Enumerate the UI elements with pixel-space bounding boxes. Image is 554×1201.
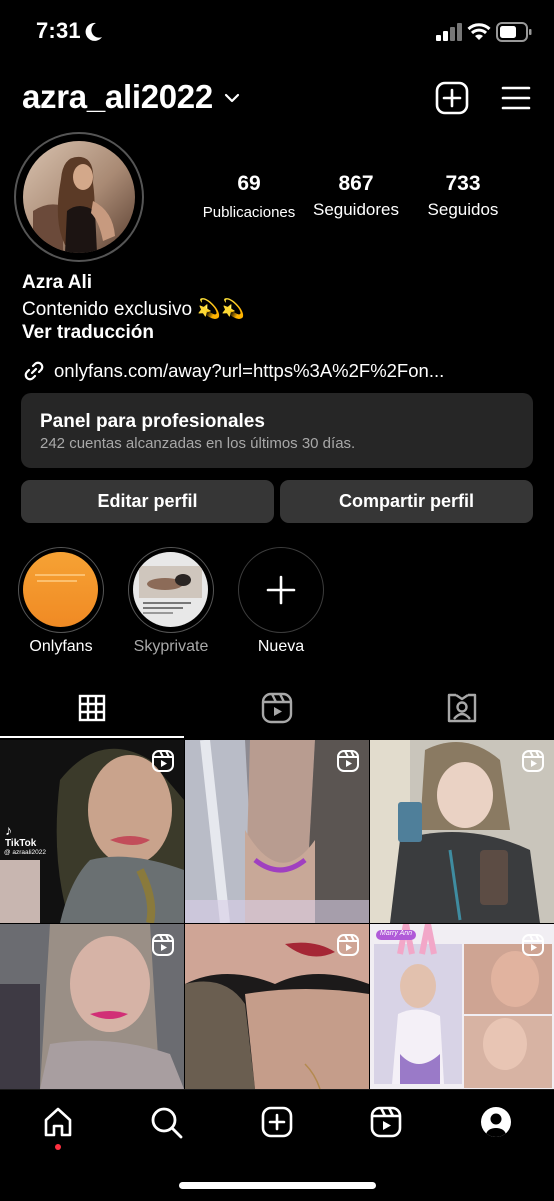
see-translation-link[interactable]: Ver traducción [22,322,154,344]
share-profile-button[interactable]: Compartir perfil [280,480,533,523]
tagged-tab-icon[interactable] [446,692,478,724]
stat-followers-count: 867 [338,172,374,195]
grid-tab-icon[interactable] [78,694,106,722]
plus-icon [266,575,296,605]
profile-username[interactable]: azra_ali2022 [22,78,213,116]
tiktok-watermark: ♪ TikTok [5,822,37,849]
stat-posts[interactable]: 69 Publicaciones [198,172,300,221]
stat-followers-label: Seguidores [312,200,399,219]
grid-post[interactable] [0,924,184,1089]
reel-icon [522,934,544,956]
reel-icon [337,934,359,956]
grid-post[interactable]: Marry Ann [370,924,554,1089]
highlight-label-new: Nueva [257,638,305,655]
reel-icon [152,750,174,772]
stat-following-label: Seguidos [427,200,499,219]
highlight-label-skyprivate: Skyprivate [133,638,209,655]
professional-dashboard-subtitle: 242 cuentas alcanzadas en los últimos 30… [40,435,356,452]
grid-post[interactable] [370,740,554,923]
highlight-onlyfans-cover [23,552,98,627]
home-icon[interactable] [42,1106,74,1138]
highlight-skyprivate-cover [133,552,208,627]
active-tab-indicator [0,736,184,738]
tiktok-handle: @ azraali2022 [4,849,47,856]
stat-following-count: 733 [445,172,481,195]
profile-name: Azra Ali [22,272,93,293]
avatar-ring[interactable] [14,132,144,262]
chevron-down-icon[interactable] [224,92,240,104]
menu-icon[interactable] [501,85,531,111]
highlight-onlyfans[interactable] [18,547,104,633]
professional-dashboard-title: Panel para profesionales [40,411,265,432]
tile-sticker-text: Marry Ann [380,930,413,937]
moon-icon [85,22,102,41]
home-indicator [179,1182,376,1189]
highlight-label-onlyfans: Onlyfans [29,638,93,655]
professional-dashboard[interactable]: Panel para profesionales 242 cuentas alc… [21,393,533,468]
reels-tab-icon[interactable] [261,692,293,724]
grid-post[interactable] [185,924,369,1089]
stat-posts-label: Publicaciones [202,204,296,221]
reel-icon [152,934,174,956]
battery-icon [496,22,532,42]
grid-post[interactable]: ♪ TikTok @ azraali2022 [0,740,184,923]
notification-dot [55,1144,61,1150]
stat-posts-count: 69 [237,172,261,195]
edit-profile-button[interactable]: Editar perfil [21,480,274,523]
search-icon[interactable] [150,1106,184,1140]
status-time: 7:31 [36,18,81,43]
bio-text: Contenido exclusivo 💫💫 [22,299,245,320]
bio-link[interactable]: onlyfans.com/away?url=https%3A%2F%2Fon..… [54,360,444,382]
reel-icon [337,750,359,772]
new-highlight-button[interactable] [238,547,324,633]
reel-icon [522,750,544,772]
profile-icon[interactable] [480,1106,512,1138]
create-post-icon[interactable] [435,81,469,115]
avatar[interactable] [23,141,135,253]
reels-icon[interactable] [370,1106,402,1138]
wifi-icon [467,23,491,40]
highlight-skyprivate[interactable] [128,547,214,633]
stat-following[interactable]: 733 Seguidos [418,172,508,220]
create-icon[interactable] [261,1106,293,1138]
cellular-signal-icon [436,23,462,41]
grid-post[interactable] [185,740,369,923]
stat-followers[interactable]: 867 Seguidores [306,172,406,220]
link-icon [24,361,44,381]
